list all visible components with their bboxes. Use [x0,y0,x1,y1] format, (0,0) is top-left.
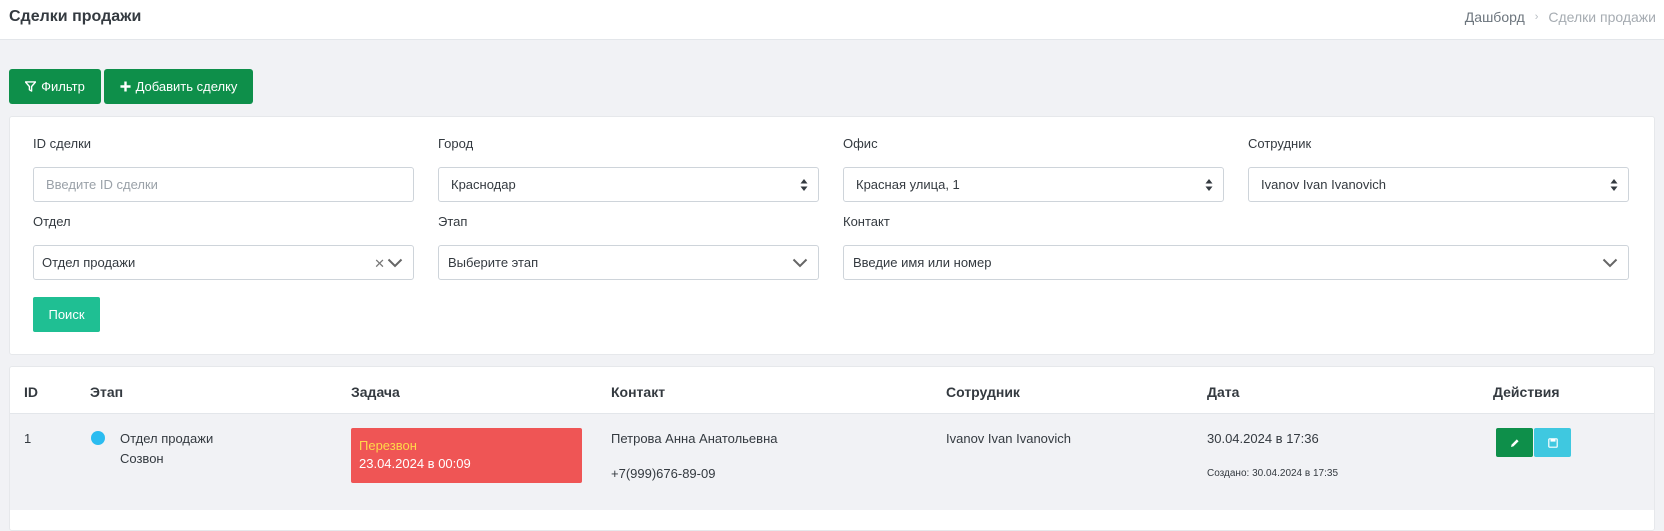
filter-panel: ID сделки Введите ID сделки Город Красно… [9,116,1655,355]
edit-button[interactable] [1496,428,1533,457]
column-header-employee[interactable]: Сотрудник [946,384,1020,400]
breadcrumb-chevron-right-icon: › [1534,11,1539,23]
department-label: Отдел [33,214,71,229]
employee-label: Сотрудник [1248,136,1312,151]
column-header-date[interactable]: Дата [1207,384,1239,400]
floppy-disk-icon [1547,437,1558,448]
department-select[interactable]: Отдел продажи ✕ [33,245,414,280]
contact-select[interactable]: Введие имя или номер [843,245,1629,280]
sort-arrows-icon [1610,179,1618,191]
stage-placeholder: Выберите этап [448,255,539,270]
city-select[interactable]: Краснодар [438,167,819,202]
table-row[interactable]: 1 Отдел продажи Созвон Перезвон 23.04.20… [10,414,1654,510]
chevron-down-icon [792,258,808,268]
breadcrumb: Дашборд › Сделки продажи [1465,9,1656,25]
column-header-id[interactable]: ID [24,384,38,400]
save-button[interactable] [1534,428,1571,457]
city-value: Краснодар [451,177,516,192]
page-title: Сделки продажи [9,8,142,25]
contact-name: Петрова Анна Анатольевна [611,431,778,446]
plus-icon [120,81,131,92]
office-value: Красная улица, 1 [856,177,960,192]
column-header-contact[interactable]: Контакт [611,384,665,400]
row-employee: Ivanov Ivan Ivanovich [946,431,1072,446]
column-header-actions: Действия [1493,384,1560,400]
contact-phone: +7(999)676-89-09 [611,466,716,481]
add-deal-button[interactable]: Добавить сделку [104,69,253,104]
stage-status-dot [91,431,105,445]
stage-select[interactable]: Выберите этап [438,245,819,280]
close-icon[interactable]: ✕ [374,257,385,270]
stage-name: Созвон [120,451,164,466]
row-created: Создано: 30.04.2024 в 17:35 [1207,468,1339,479]
search-button[interactable]: Поиск [33,297,100,332]
office-label: Офис [843,136,878,151]
task-badge[interactable]: Перезвон 23.04.2024 в 00:09 [351,428,582,483]
contact-placeholder: Введие имя или номер [853,255,992,270]
breadcrumb-home-link[interactable]: Дашборд [1465,9,1525,25]
sort-arrows-icon [800,179,808,191]
office-select[interactable]: Красная улица, 1 [843,167,1224,202]
filter-icon [25,81,37,92]
department-value: Отдел продажи [42,255,136,270]
deal-id-placeholder: Введите ID сделки [46,177,158,192]
deals-table: ID Этап Задача Контакт Сотрудник Дата Де… [9,366,1655,531]
deal-id-input[interactable]: Введите ID сделки [33,167,414,202]
breadcrumb-current: Сделки продажи [1548,9,1656,25]
row-id: 1 [24,431,32,446]
employee-value: Ivanov Ivan Ivanovich [1261,177,1387,192]
filter-button-label: Фильтр [41,79,85,94]
stage-label: Этап [438,214,468,229]
filter-button[interactable]: Фильтр [9,69,101,104]
add-deal-button-label: Добавить сделку [135,79,238,94]
chevron-down-icon [1602,258,1618,268]
stage-department: Отдел продажи [120,431,214,446]
task-title: Перезвон [359,438,417,453]
row-date: 30.04.2024 в 17:36 [1207,431,1319,446]
task-date: 23.04.2024 в 00:09 [359,456,471,471]
city-label: Город [438,136,474,151]
chevron-down-icon [387,258,403,268]
contact-label: Контакт [843,214,890,229]
top-bar: Сделки продажи Дашборд › Сделки продажи [0,0,1664,40]
column-header-task[interactable]: Задача [351,384,400,400]
deal-id-label: ID сделки [33,136,92,151]
employee-select[interactable]: Ivanov Ivan Ivanovich [1248,167,1629,202]
column-header-stage[interactable]: Этап [90,384,123,400]
pencil-icon [1510,438,1519,447]
sort-arrows-icon [1205,179,1213,191]
